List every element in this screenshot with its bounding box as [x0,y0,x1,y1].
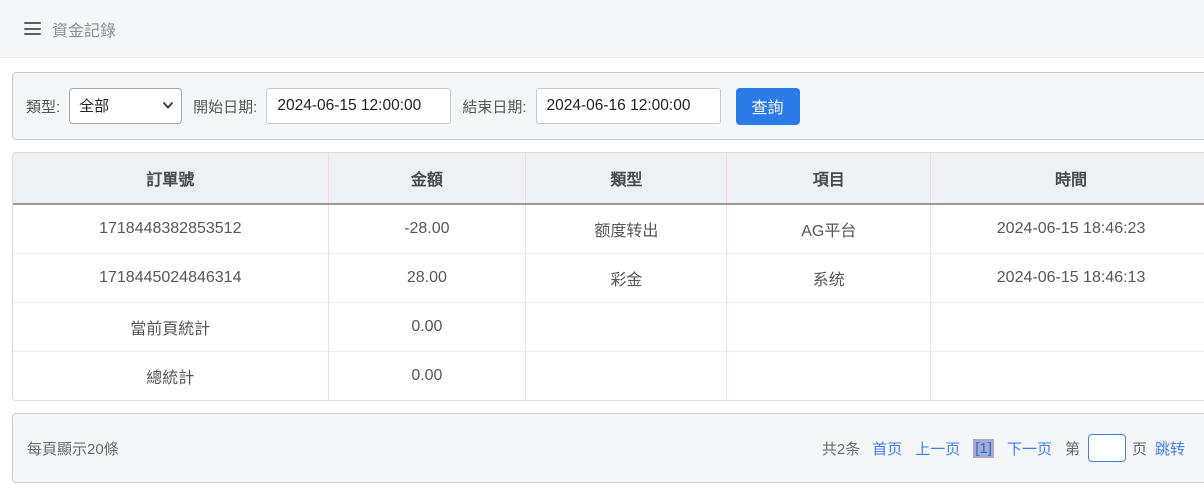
page-size-text: 每頁顯示20條 [27,438,119,459]
table-cell [727,302,931,351]
type-filter-label: 類型: [26,96,60,117]
jump-suffix-label: 页 [1132,438,1147,459]
table-cell [931,302,1204,351]
page-jump-input[interactable] [1088,434,1126,462]
table-cell: 系统 [727,253,931,302]
table-row: 當前頁統計0.00 [13,302,1204,351]
end-date-label: 結束日期: [462,96,526,117]
records-table-body: 1718448382853512-28.00额度转出AG平台2024-06-15… [13,204,1204,400]
records-table-panel: 訂單號金額類型項目時間 1718448382853512-28.00额度转出AG… [12,152,1204,401]
topbar: 資金記錄 [0,0,1204,58]
pager: 共2条 首页 上一页 [1] 下一页 第 页 跳转 [822,434,1185,462]
table-row: 171844502484631428.00彩金系统2024-06-15 18:4… [13,253,1204,302]
table-cell [931,351,1204,400]
pagination-bar: 每頁顯示20條 共2条 首页 上一页 [1] 下一页 第 页 跳转 [12,413,1204,483]
table-cell: 28.00 [328,253,526,302]
table-cell [526,351,727,400]
total-count-text: 共2条 [822,438,860,459]
table-header-cell: 時間 [931,153,1204,204]
jump-prefix-label: 第 [1065,438,1080,459]
type-select[interactable]: 全部 [69,88,182,124]
table-cell [526,302,727,351]
table-cell [727,351,931,400]
end-date-input[interactable] [536,88,721,124]
table-cell: 彩金 [526,253,727,302]
records-table-header-row: 訂單號金額類型項目時間 [13,153,1204,204]
table-cell: 2024-06-15 18:46:23 [931,204,1204,253]
filter-bar: 類型: 全部 開始日期: 結束日期: 查詢 [12,72,1204,140]
table-cell: 0.00 [328,351,526,400]
table-cell: 额度转出 [526,204,727,253]
next-page-link[interactable]: 下一页 [1007,438,1052,459]
table-cell: 1718448382853512 [13,204,328,253]
first-page-link[interactable]: 首页 [872,438,902,459]
start-date-label: 開始日期: [193,96,257,117]
table-cell: AG平台 [727,204,931,253]
table-cell: 2024-06-15 18:46:13 [931,253,1204,302]
table-row: 總統計0.00 [13,351,1204,400]
prev-page-link[interactable]: 上一页 [915,438,960,459]
hamburger-menu-icon[interactable] [24,22,41,35]
table-cell: 總統計 [13,351,328,400]
table-cell: -28.00 [328,204,526,253]
type-select-wrap: 全部 [69,88,182,124]
table-row: 1718448382853512-28.00额度转出AG平台2024-06-15… [13,204,1204,253]
search-button[interactable]: 查詢 [736,88,800,125]
jump-link[interactable]: 跳转 [1155,438,1185,459]
table-cell: 0.00 [328,302,526,351]
page-title: 資金記錄 [52,17,116,41]
table-cell: 當前頁統計 [13,302,328,351]
table-header-cell: 類型 [526,153,727,204]
records-table: 訂單號金額類型項目時間 1718448382853512-28.00额度转出AG… [13,153,1204,400]
table-header-cell: 訂單號 [13,153,328,204]
current-page-indicator: [1] [973,439,994,458]
table-cell: 1718445024846314 [13,253,328,302]
table-header-cell: 項目 [727,153,931,204]
table-header-cell: 金額 [328,153,526,204]
start-date-input[interactable] [266,88,451,124]
